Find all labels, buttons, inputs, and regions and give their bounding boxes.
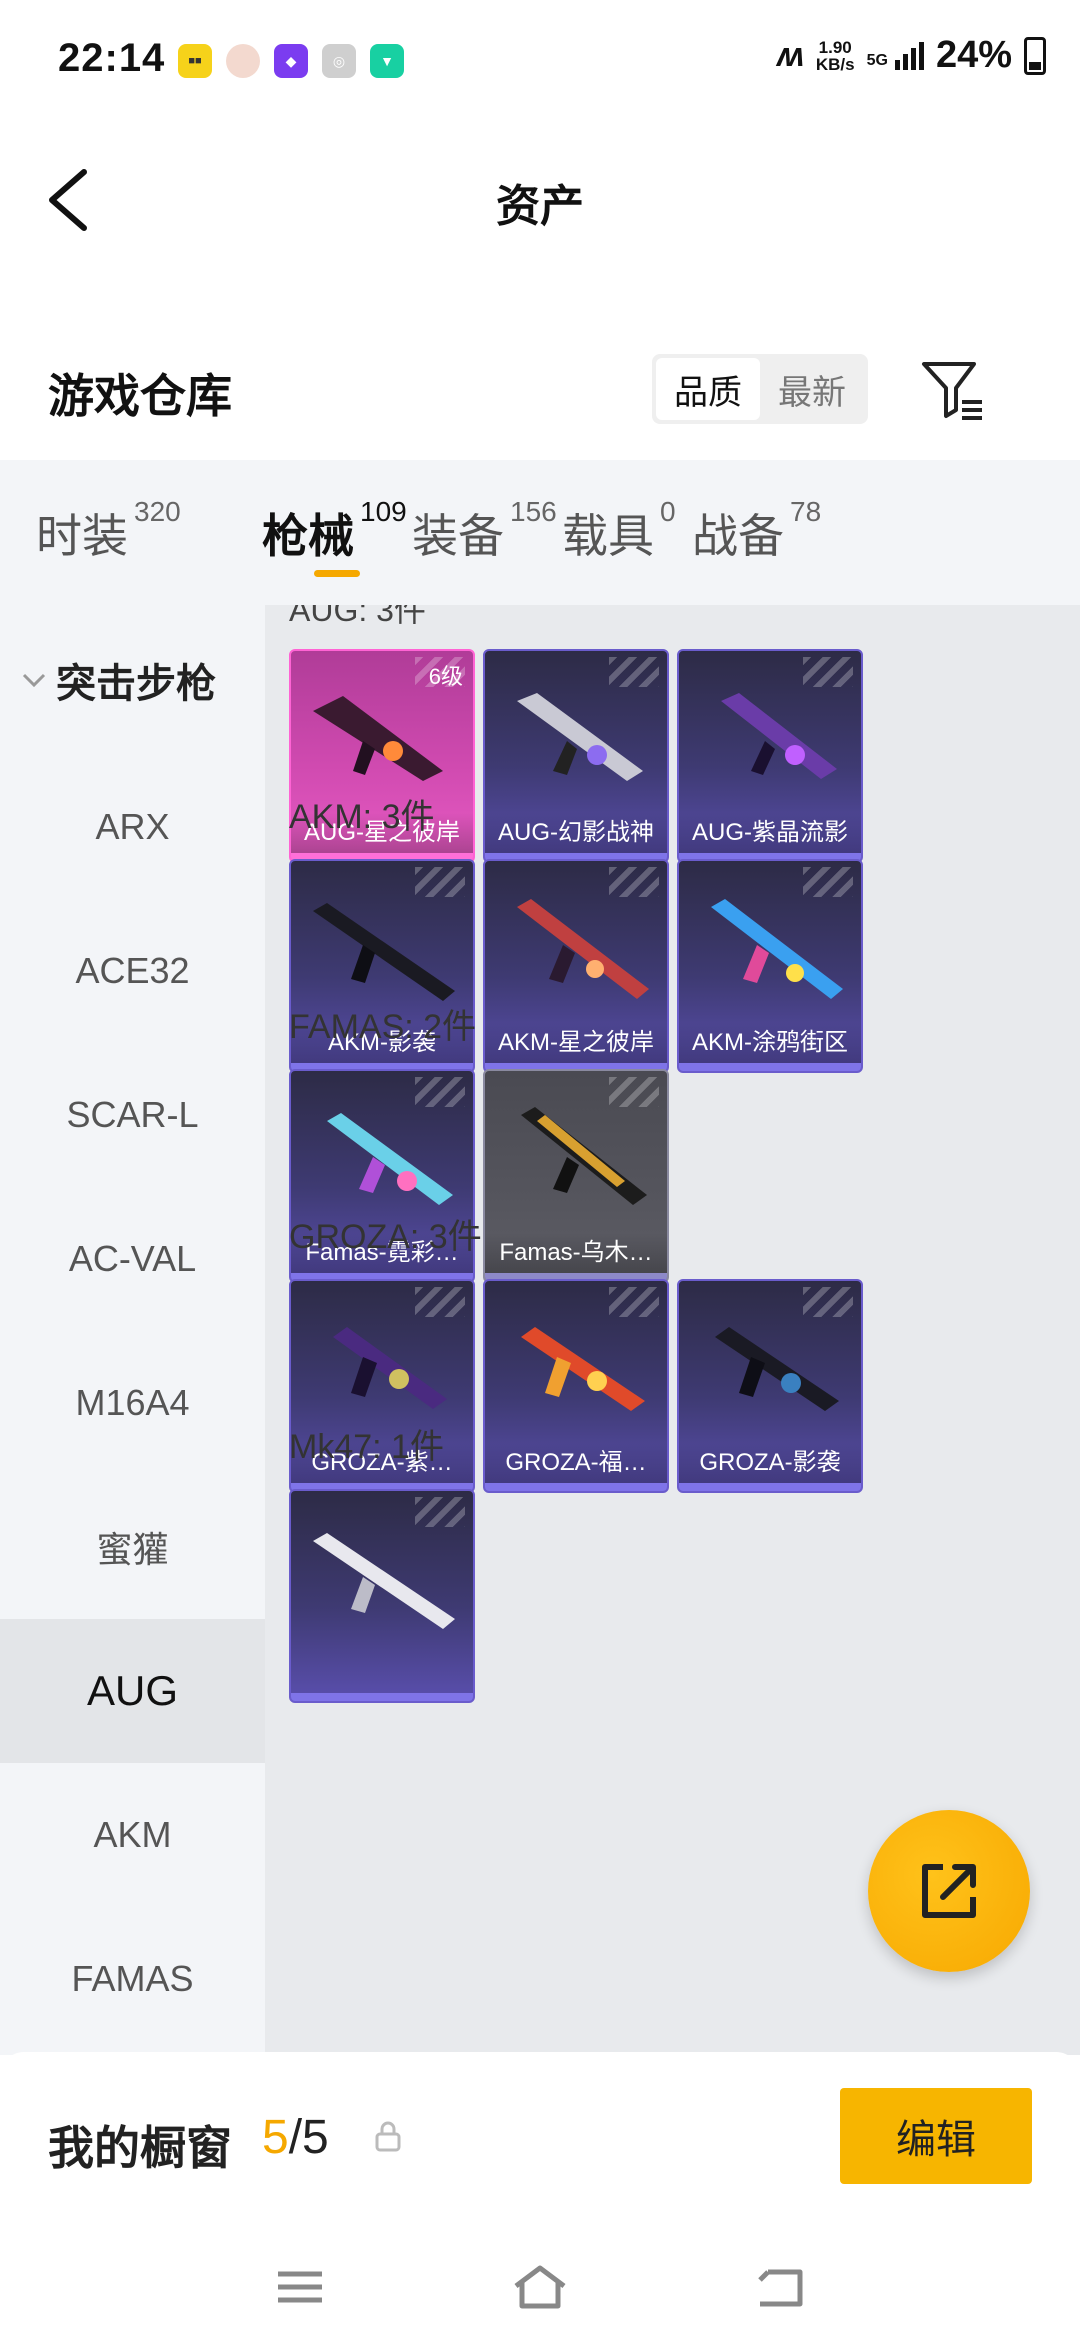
weapon-name: AKM-星之彼岸 bbox=[485, 1023, 667, 1063]
share-fab-button[interactable] bbox=[868, 1810, 1030, 1972]
net-unit: KB/s bbox=[815, 54, 855, 74]
sidebar-item-akm[interactable]: AKM bbox=[0, 1763, 265, 1907]
menu-icon[interactable] bbox=[270, 2262, 330, 2312]
warehouse-title: 游戏仓库 bbox=[48, 370, 232, 422]
sidebar-group-assault-rifle[interactable]: 突击步枪 bbox=[0, 605, 265, 755]
edit-button[interactable]: 编辑 bbox=[840, 2088, 1032, 2184]
system-nav-bar bbox=[0, 2232, 1080, 2344]
weapon-image bbox=[521, 1327, 645, 1411]
net-speed: 1.90 bbox=[818, 37, 852, 57]
showcase-count: 5/5 bbox=[262, 2111, 329, 2164]
sidebar-item-arx[interactable]: ARX bbox=[0, 755, 265, 899]
battery-icon bbox=[1024, 36, 1046, 75]
sort-toggle: 品质 最新 bbox=[652, 354, 868, 424]
sort-newest-button[interactable]: 最新 bbox=[760, 358, 864, 420]
back-nav-icon[interactable] bbox=[750, 2262, 810, 2312]
lock-icon bbox=[375, 2121, 401, 2152]
weapon-image bbox=[711, 899, 843, 999]
weapon-name: AKM-涂鸦街区 bbox=[679, 1023, 861, 1063]
weapon-image bbox=[517, 693, 643, 781]
status-time: 22:14 bbox=[58, 36, 166, 80]
notification-icons: ■■ ◆ ◎ ▼ bbox=[178, 44, 404, 78]
avatar-notify-icon bbox=[226, 44, 260, 78]
showcase-label: 我的橱窗 bbox=[48, 2122, 232, 2174]
weapon-type-sidebar: 突击步枪 ARX ACE32 SCAR-L AC-VAL M16A4 蜜獾 AU… bbox=[0, 605, 265, 2055]
group-title-mk47: Mk47: 1件 bbox=[289, 1428, 444, 1466]
nfc-icon: ʍ bbox=[777, 36, 804, 74]
sidebar-item-honey-badger[interactable]: 蜜獾 bbox=[0, 1475, 265, 1619]
weapon-name: AUG-幻影战神 bbox=[485, 813, 667, 853]
weapon-name: AUG-紫晶流影 bbox=[679, 813, 861, 853]
weapon-image bbox=[721, 693, 837, 779]
weapon-card[interactable]: AKM-星之彼岸 bbox=[483, 859, 669, 1073]
signal-icon: 5G bbox=[866, 41, 924, 70]
filter-icon[interactable] bbox=[920, 358, 986, 424]
share-export-icon bbox=[922, 1864, 976, 1918]
group-title-akm: AKM: 3件 bbox=[289, 798, 435, 836]
group-title-groza: GROZA: 3件 bbox=[289, 1218, 482, 1256]
weapon-card[interactable] bbox=[289, 1489, 475, 1703]
tab-vehicles[interactable]: 载具 0 bbox=[562, 460, 692, 605]
weapon-name: GROZA-福… bbox=[485, 1443, 667, 1483]
weapon-card[interactable]: Famas-乌木… bbox=[483, 1069, 669, 1283]
app-notify-icon: ■■ bbox=[178, 44, 212, 78]
tab-fashion[interactable]: 时装 320 bbox=[36, 460, 188, 605]
sidebar-item-scar-l[interactable]: SCAR-L bbox=[0, 1043, 265, 1187]
signal-type: 5G bbox=[866, 51, 888, 69]
weapon-card[interactable]: AKM-涂鸦街区 bbox=[677, 859, 863, 1073]
page-title: 资产 bbox=[496, 182, 584, 231]
weapon-card[interactable]: GROZA-影袭 bbox=[677, 1279, 863, 1493]
tab-guns[interactable]: 枪械 109 bbox=[262, 460, 412, 605]
weapon-image bbox=[517, 899, 649, 999]
warehouse-header: 游戏仓库 品质 最新 bbox=[0, 330, 1080, 450]
home-icon[interactable] bbox=[510, 2262, 570, 2312]
sidebar-item-famas[interactable]: FAMAS bbox=[0, 1907, 265, 2051]
app-header: 资产 bbox=[0, 120, 1080, 280]
battery-percent: 24% bbox=[935, 34, 1012, 76]
group-title-famas: FAMAS: 2件 bbox=[289, 1008, 477, 1046]
weapon-name: GROZA-影袭 bbox=[679, 1443, 861, 1483]
weapon-card[interactable]: AUG-紫晶流影 bbox=[677, 649, 863, 863]
weapon-image bbox=[521, 1107, 647, 1205]
sidebar-item-ac-val[interactable]: AC-VAL bbox=[0, 1187, 265, 1331]
weapon-image bbox=[715, 1327, 839, 1411]
sort-quality-button[interactable]: 品质 bbox=[656, 358, 760, 420]
status-bar: 22:14 ■■ ◆ ◎ ▼ ʍ 1.90 KB/s 5G 24% bbox=[0, 0, 1080, 120]
settings-notify-icon: ◎ bbox=[322, 44, 356, 78]
tab-supplies[interactable]: 战备 78 bbox=[692, 460, 842, 605]
tab-equipment[interactable]: 装备 156 bbox=[412, 460, 562, 605]
weapon-name: Famas-乌木… bbox=[485, 1233, 667, 1273]
active-tab-indicator bbox=[314, 570, 360, 577]
app-notify-icon-2: ◆ bbox=[274, 44, 308, 78]
group-title-aug: AUG: 3件 bbox=[289, 605, 426, 628]
sidebar-item-ace32[interactable]: ACE32 bbox=[0, 899, 265, 1043]
weapon-image bbox=[313, 1533, 455, 1629]
weapon-card[interactable]: AUG-幻影战神 bbox=[483, 649, 669, 863]
chevron-down-icon bbox=[22, 673, 46, 688]
weapon-card[interactable]: GROZA-福… bbox=[483, 1279, 669, 1493]
weapon-level: 6级 bbox=[428, 664, 463, 689]
sidebar-item-aug[interactable]: AUG bbox=[0, 1619, 265, 1763]
showcase-bar: 我的橱窗 5/5 编辑 bbox=[0, 2052, 1080, 2232]
category-tabs: 时装 320 枪械 109 装备 156 载具 0 战备 78 bbox=[0, 460, 1080, 605]
app-notify-icon-3: ▼ bbox=[370, 44, 404, 78]
sidebar-item-m16a4[interactable]: M16A4 bbox=[0, 1331, 265, 1475]
